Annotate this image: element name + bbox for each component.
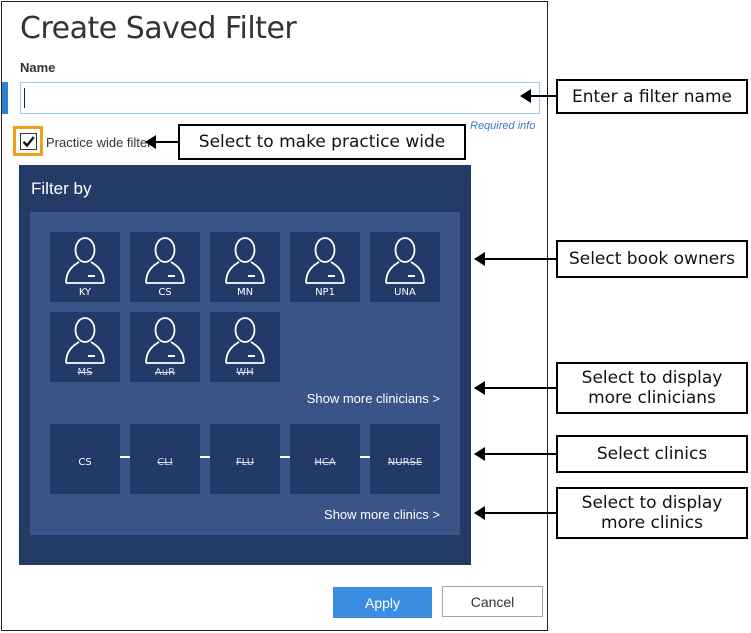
person-icon bbox=[65, 237, 105, 284]
practice-wide-checkbox-highlight bbox=[13, 126, 43, 156]
book-owner-tile[interactable]: KY bbox=[50, 232, 120, 302]
callout-book-owners: Select book owners bbox=[556, 240, 748, 278]
callout-practice-wide: Select to make practice wide bbox=[178, 124, 466, 160]
clinic-tile[interactable]: NURSE bbox=[370, 424, 440, 494]
required-info-label: Required info bbox=[470, 120, 536, 132]
callout-arrow-name bbox=[520, 89, 556, 103]
clinic-tile[interactable]: FLU bbox=[210, 424, 280, 494]
name-input[interactable] bbox=[20, 82, 540, 114]
callout-arrow-practice bbox=[145, 135, 178, 149]
person-icon bbox=[225, 317, 265, 364]
callout-arrow-more-clinicians bbox=[474, 381, 556, 395]
callout-clinics: Select clinics bbox=[556, 435, 748, 473]
practice-wide-checkbox[interactable] bbox=[20, 133, 37, 150]
clinic-tile[interactable]: CS bbox=[50, 424, 120, 494]
apply-button[interactable]: Apply bbox=[333, 587, 432, 618]
person-icon bbox=[385, 237, 425, 284]
create-saved-filter-dialog: Create Saved Filter Name Required info P… bbox=[1, 1, 548, 631]
callout-arrow-more-clinics bbox=[474, 506, 556, 520]
book-owner-code: AuR bbox=[154, 367, 176, 378]
filter-by-heading: Filter by bbox=[31, 179, 92, 198]
book-owner-code: UNA bbox=[394, 287, 416, 298]
person-icon bbox=[145, 237, 185, 284]
checkmark-icon bbox=[22, 136, 35, 148]
book-owner-code: CS bbox=[158, 287, 172, 298]
clinic-code: NURSE bbox=[387, 457, 423, 468]
clinic-code: FLU bbox=[235, 457, 255, 468]
text-caret bbox=[24, 88, 25, 108]
book-owner-tile[interactable]: WH bbox=[210, 312, 280, 382]
callout-more-clinicians: Select to display more clinicians bbox=[556, 362, 748, 414]
person-icon bbox=[225, 237, 265, 284]
book-owner-tile[interactable]: NP1 bbox=[290, 232, 360, 302]
book-owner-tile[interactable]: CS bbox=[130, 232, 200, 302]
book-owner-code: WH bbox=[236, 367, 254, 378]
callout-arrow-owners bbox=[474, 252, 556, 266]
show-more-clinics-link[interactable]: Show more clinics > bbox=[324, 507, 440, 522]
cancel-button[interactable]: Cancel bbox=[442, 586, 543, 617]
name-focus-accent bbox=[2, 82, 8, 114]
book-owner-code: KY bbox=[78, 287, 92, 298]
person-icon bbox=[305, 237, 345, 284]
callout-more-clinics: Select to display more clinics bbox=[556, 487, 748, 539]
book-owner-tile[interactable]: MS bbox=[50, 312, 120, 382]
filter-by-panel: Filter by KY CS MN NP1 UNA MS AuR WH Sho… bbox=[19, 165, 471, 565]
book-owner-tile[interactable]: AuR bbox=[130, 312, 200, 382]
clinic-code: CS bbox=[78, 457, 92, 468]
book-owner-tile[interactable]: UNA bbox=[370, 232, 440, 302]
clinic-tile[interactable]: CLI bbox=[130, 424, 200, 494]
callout-enter-name: Enter a filter name bbox=[556, 79, 748, 114]
filter-options-area: KY CS MN NP1 UNA MS AuR WH Show more cli… bbox=[30, 212, 460, 535]
person-icon bbox=[65, 317, 105, 364]
show-more-clinicians-link[interactable]: Show more clinicians > bbox=[307, 391, 440, 406]
practice-wide-label: Practice wide filter bbox=[46, 135, 152, 150]
callout-arrow-clinics bbox=[474, 447, 556, 461]
book-owner-tile[interactable]: MN bbox=[210, 232, 280, 302]
dialog-title: Create Saved Filter bbox=[20, 11, 297, 46]
book-owner-code: NP1 bbox=[315, 287, 335, 298]
clinic-tile[interactable]: HCA bbox=[290, 424, 360, 494]
book-owner-code: MN bbox=[236, 287, 254, 298]
name-label: Name bbox=[20, 60, 56, 75]
clinic-code: CLI bbox=[157, 457, 173, 468]
book-owner-code: MS bbox=[77, 367, 93, 378]
person-icon bbox=[145, 317, 185, 364]
clinic-code: HCA bbox=[314, 457, 336, 468]
